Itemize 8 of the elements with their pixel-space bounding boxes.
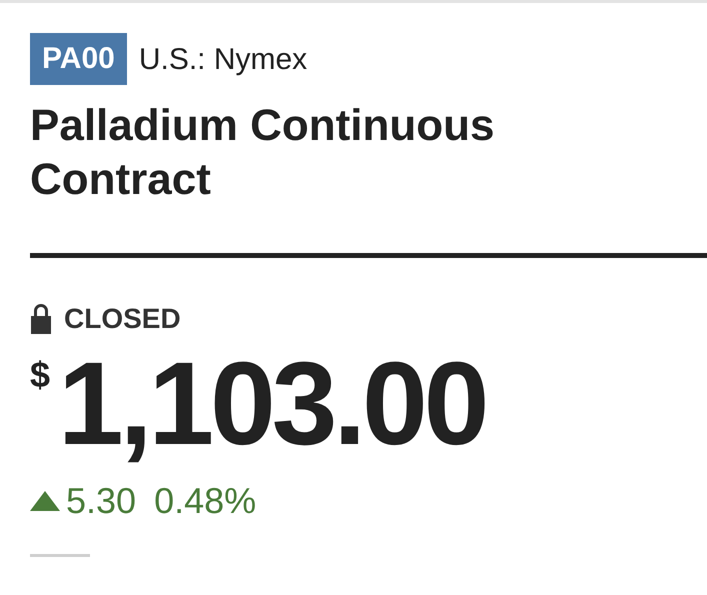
exchange-label: U.S.: Nymex — [138, 42, 308, 78]
change-percent: 0.48% — [154, 479, 256, 523]
page-title: Palladium Continuous Contract — [30, 100, 496, 206]
change-amount: 5.30 — [66, 479, 136, 523]
currency-symbol: $ — [30, 353, 50, 397]
price: 1,103.00 — [58, 340, 486, 468]
ticker-badge: PA00 — [30, 33, 127, 85]
market-status: CLOSED — [64, 302, 181, 336]
